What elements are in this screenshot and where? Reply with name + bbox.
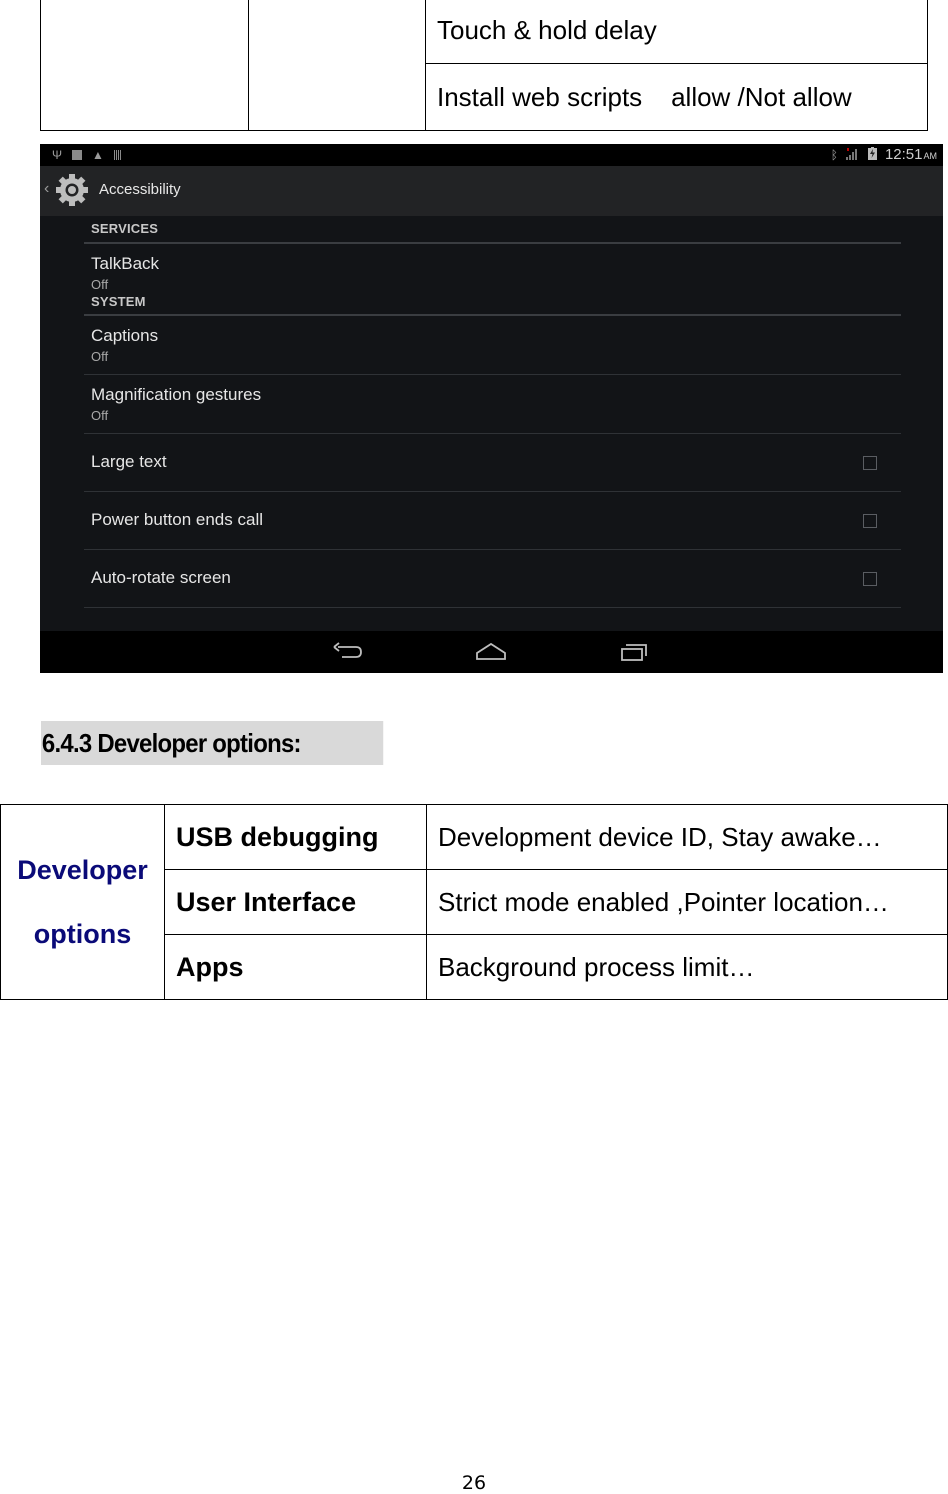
header-line-2: options xyxy=(33,919,132,949)
navigation-bar xyxy=(40,631,943,673)
table-cell-empty xyxy=(248,0,426,131)
action-bar: ‹ Accessibility xyxy=(40,166,943,216)
setting-talkback[interactable]: TalkBack Off xyxy=(84,244,901,292)
setting-large-text[interactable]: Large text xyxy=(84,434,901,492)
table-cell-empty xyxy=(40,0,249,131)
warning-icon: ▲ xyxy=(92,148,104,162)
back-icon[interactable] xyxy=(330,641,366,663)
setting-title: Captions xyxy=(91,326,159,345)
setting-summary: Off xyxy=(91,349,109,364)
accessibility-settings-list: SERVICES TalkBack Off SYSTEM Captions Of… xyxy=(84,216,901,608)
auto-rotate-screen-checkbox[interactable] xyxy=(863,572,877,586)
accessibility-screenshot: Ψ ▲ ᛒ 12:51AM ‹ Accessibility SERVICES T… xyxy=(40,144,943,673)
table-cell-touch-hold-delay: Touch & hold delay xyxy=(425,0,928,65)
option-value: Development device ID, Stay awake… xyxy=(426,804,948,870)
screen-title: Accessibility xyxy=(99,181,181,198)
battery-charging-icon xyxy=(867,146,877,163)
chevron-left-icon[interactable]: ‹ xyxy=(44,180,49,198)
setting-title: Magnification gestures xyxy=(91,385,262,404)
setting-summary: Off xyxy=(91,408,109,423)
option-value: Background process limit… xyxy=(426,934,948,1000)
setting-captions[interactable]: Captions Off xyxy=(84,316,901,375)
clock: 12:51AM xyxy=(884,146,937,163)
storage-icon xyxy=(113,150,122,160)
settings-gear-icon[interactable] xyxy=(54,172,90,208)
option-key-user-interface: User Interface xyxy=(164,869,427,935)
developer-options-header-cell: Developer options xyxy=(0,804,165,1000)
recent-apps-icon[interactable] xyxy=(616,641,652,663)
option-key-usb-debugging: USB debugging xyxy=(164,804,427,870)
image-notification-icon xyxy=(72,150,83,160)
table-row: Developer options USB debugging Developm… xyxy=(0,804,948,1000)
table-cell-install-web-scripts: Install web scripts allow /Not allow xyxy=(425,63,928,131)
power-button-ends-call-checkbox[interactable] xyxy=(863,514,877,528)
signal-icon xyxy=(845,147,860,163)
usb-icon: Ψ xyxy=(52,148,63,162)
setting-title: TalkBack xyxy=(91,254,160,273)
header-line-1: Developer xyxy=(17,855,148,885)
section-heading: 6.4.3 Developer options: xyxy=(41,721,384,765)
settings-table-continued: Touch & hold delay Install web scripts a… xyxy=(40,0,928,131)
setting-auto-rotate-screen[interactable]: Auto-rotate screen xyxy=(84,550,901,608)
home-icon[interactable] xyxy=(473,641,509,663)
setting-title: Auto-rotate screen xyxy=(91,568,231,587)
status-bar: Ψ ▲ ᛒ 12:51AM xyxy=(40,144,943,166)
large-text-checkbox[interactable] xyxy=(863,456,877,470)
setting-magnification-gestures[interactable]: Magnification gestures Off xyxy=(84,375,901,434)
setting-title: Power button ends call xyxy=(91,510,263,529)
setting-title: Large text xyxy=(91,452,167,471)
setting-power-button-ends-call[interactable]: Power button ends call xyxy=(84,492,901,550)
setting-summary: Off xyxy=(91,277,109,292)
category-header-services: SERVICES xyxy=(84,216,901,244)
category-header-system: SYSTEM xyxy=(84,290,901,316)
page-number: 26 xyxy=(461,1472,487,1494)
option-value: Strict mode enabled ,Pointer location… xyxy=(426,869,948,935)
option-key-apps: Apps xyxy=(164,934,427,1000)
developer-options-table: Developer options USB debugging Developm… xyxy=(0,804,948,1000)
bluetooth-icon: ᛒ xyxy=(830,147,838,162)
